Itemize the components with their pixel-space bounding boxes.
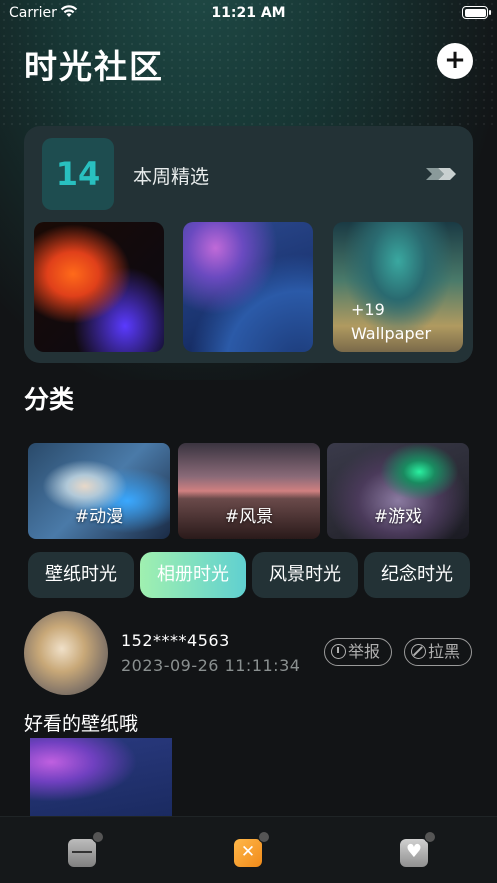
post-image[interactable] xyxy=(30,738,172,818)
forward-arrow-icon[interactable] xyxy=(424,164,458,184)
categories-heading: 分类 xyxy=(24,385,75,414)
weekly-more-thumbnail[interactable]: +19 Wallpaper xyxy=(333,222,463,352)
clock: 11:21 AM xyxy=(211,5,286,21)
weekly-picks-card[interactable]: 14 本周精选 +19 Wallpaper xyxy=(24,126,473,363)
status-bar: Carrier 11:21 AM xyxy=(0,0,497,26)
category-scenery[interactable]: #风景 xyxy=(178,443,320,539)
weekly-thumbnail[interactable] xyxy=(183,222,313,352)
filter-memorial-time[interactable]: 纪念时光 xyxy=(364,552,470,598)
category-anime[interactable]: #动漫 xyxy=(28,443,170,539)
report-button[interactable]: 举报 xyxy=(324,638,392,666)
block-label: 拉黑 xyxy=(428,642,461,661)
week-number-badge: 14 xyxy=(42,138,114,210)
filter-wallpaper-time[interactable]: 壁纸时光 xyxy=(28,552,134,598)
tab-badge xyxy=(92,831,104,843)
block-button[interactable]: 拉黑 xyxy=(404,638,472,666)
page-title: 时光社区 xyxy=(24,47,164,86)
more-label: Wallpaper xyxy=(351,324,432,343)
category-label: #动漫 xyxy=(74,507,124,527)
tab-badge xyxy=(424,831,436,843)
heart-icon[interactable] xyxy=(400,831,436,867)
category-label: #游戏 xyxy=(373,507,423,527)
tab-badge xyxy=(258,831,270,843)
report-label: 举报 xyxy=(348,642,381,661)
more-count: +19 xyxy=(351,300,385,319)
post-text: 好看的壁纸哦 xyxy=(24,713,139,735)
category-label: #风景 xyxy=(224,507,274,527)
weekly-thumbnail[interactable] xyxy=(34,222,164,352)
time-icon[interactable] xyxy=(234,831,270,867)
category-games[interactable]: #游戏 xyxy=(327,443,469,539)
weekly-title: 本周精选 xyxy=(133,166,210,188)
tab-bar xyxy=(0,816,497,883)
add-button[interactable]: + xyxy=(437,43,473,79)
wallpaper-icon[interactable] xyxy=(68,831,104,867)
alert-icon xyxy=(331,644,346,659)
block-icon xyxy=(411,644,426,659)
post-timestamp: 2023-09-26 11:11:34 xyxy=(121,656,301,675)
battery-icon xyxy=(462,6,491,19)
filter-scenery-time[interactable]: 风景时光 xyxy=(252,552,358,598)
filter-album-time[interactable]: 相册时光 xyxy=(140,552,246,598)
avatar[interactable] xyxy=(24,611,108,695)
post-username: 152****4563 xyxy=(121,631,230,650)
